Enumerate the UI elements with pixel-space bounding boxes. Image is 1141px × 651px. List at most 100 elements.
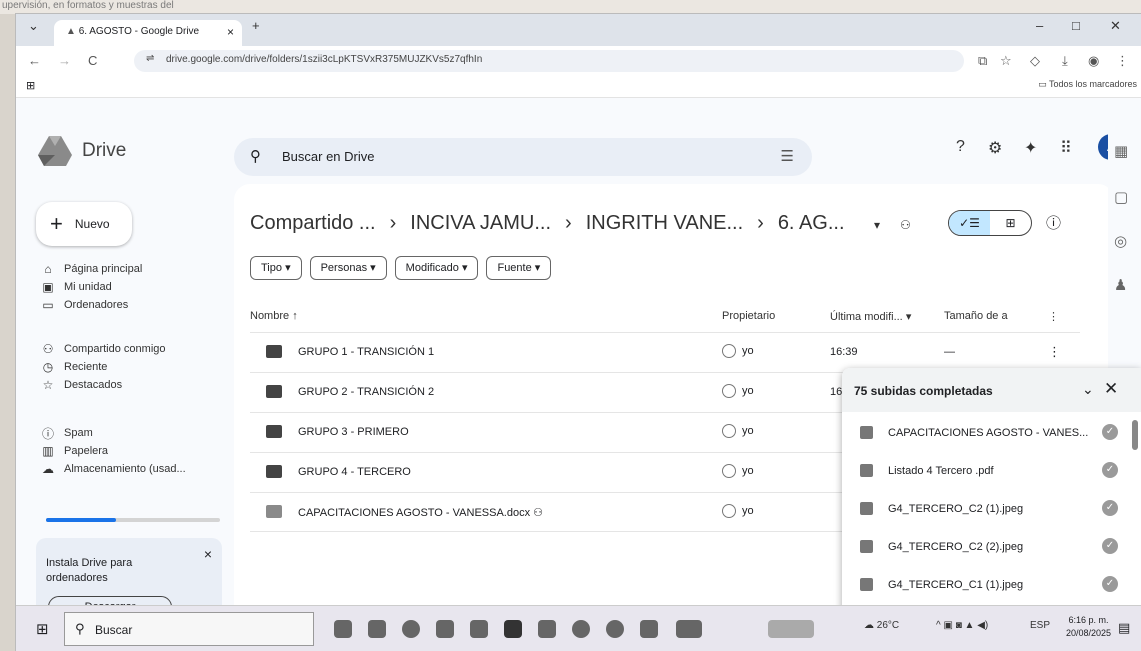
sidebar-item-starred[interactable]: ☆ Destacados [38,376,122,394]
close-promo-icon[interactable]: × [204,546,212,562]
table-row[interactable]: GRUPO 1 - TRANSICIÓN 1 yo 16:39 — ⋮ [250,332,1080,372]
app-icon[interactable] [640,620,658,638]
chrome-icon[interactable] [402,620,420,638]
column-header-modified[interactable]: Última modifi... ▾ [830,310,911,323]
windows-start-icon[interactable]: ⊞ [36,620,49,638]
column-options-icon[interactable]: ⋮ [1048,310,1059,323]
sidebar-item-home[interactable]: ⌂ Página principal [38,260,142,278]
upload-file-name: Listado 4 Tercero .pdf [888,465,994,477]
column-header-size[interactable]: Tamaño de a [944,310,1008,322]
forward-icon[interactable]: → [58,53,71,68]
help-icon[interactable]: ? [956,138,965,156]
tasks-icon[interactable]: ◎ [1114,232,1127,250]
column-header-name[interactable]: Nombre ↑ [250,310,298,322]
sidebar-item-recent[interactable]: ◷ Reciente [38,358,108,376]
owner-cell: yo [722,424,754,438]
sidebar-item-shared[interactable]: ⚇ Compartido conmigo [38,340,166,358]
folder-menu-caret-icon[interactable]: ▾ [874,218,880,232]
sidebar-item-my-drive[interactable]: ▣ Mi unidad [38,278,111,296]
app-icon[interactable] [470,620,488,638]
search-bar[interactable]: ⚲ Buscar en Drive ☰ [234,138,812,176]
weather-widget[interactable]: ☁ 26°C [864,620,899,631]
app-icon[interactable] [368,620,386,638]
taskbar-search[interactable]: ⚲ Buscar [64,612,314,646]
search-options-icon[interactable]: ☰ [781,147,794,165]
profile-icon[interactable]: ◉ [1088,53,1099,69]
new-button[interactable]: + Nuevo [36,202,132,246]
row-more-icon[interactable]: ⋮ [1048,344,1061,360]
filter-modified[interactable]: Modificado ▾ [394,256,479,280]
sidebar-item-spam[interactable]: ⓘ Spam [38,424,93,442]
grid-view-icon[interactable]: ⊞ [990,211,1031,235]
image-icon [860,502,873,515]
apps-grid-icon[interactable]: ⊞ [26,79,35,92]
close-window-icon[interactable]: ✕ [1110,18,1121,34]
bookmark-star-icon[interactable]: ☆ [1000,53,1012,69]
calendar-icon[interactable]: ▦ [1114,142,1128,160]
settings-icon[interactable]: ⚙ [988,138,1002,158]
spam-icon: ⓘ [41,426,54,441]
minimize-icon[interactable]: – [1036,18,1043,33]
details-info-icon[interactable]: ⓘ [1046,212,1061,233]
notifications-icon[interactable]: ▤ [1118,620,1130,636]
filter-people[interactable]: Personas ▾ [309,256,387,280]
list-view-icon[interactable]: ✓☰ [949,211,990,235]
app-icon[interactable] [676,620,702,638]
contacts-icon[interactable]: ♟ [1114,276,1127,294]
upload-item[interactable]: G4_TERCERO_C1 (1).jpeg ✓ [842,566,1132,604]
app-icon[interactable] [504,620,522,638]
close-tab-icon[interactable]: × [227,25,234,39]
site-info-icon[interactable]: ⇌ [146,53,154,64]
taskview-icon[interactable] [334,620,352,638]
caret-down-icon: ▾ [285,262,291,274]
cast-icon[interactable]: ⧉ [978,53,987,69]
search-icon[interactable]: ⚲ [250,147,261,165]
app-icon[interactable] [768,620,814,638]
gemini-spark-icon[interactable]: ✦ [1024,138,1037,158]
keep-icon[interactable]: ▢ [1114,188,1128,206]
reload-icon[interactable]: C [88,53,97,68]
taskbar-clock[interactable]: 6:16 p. m. 20/08/2025 [1066,614,1111,640]
extensions-icon[interactable]: ◇ [1030,53,1040,69]
sort-arrow-up-icon[interactable]: ↑ [292,310,298,322]
maximize-icon[interactable]: □ [1072,18,1080,33]
breadcrumb-item[interactable]: Compartido ... [250,212,376,235]
app-icon[interactable] [572,620,590,638]
app-icon[interactable] [538,620,556,638]
tab-list-chevron-icon[interactable]: ⌄ [28,18,39,34]
google-apps-icon[interactable]: ⠿ [1060,138,1072,158]
upload-item[interactable]: CAPACITACIONES AGOSTO - VANES... ✓ [842,414,1132,452]
sidebar-item-computers[interactable]: ▭ Ordenadores [38,296,128,314]
drive-logo[interactable]: Drive [38,136,126,166]
url-field[interactable]: ⇌ drive.google.com/drive/folders/1szii3c… [134,50,964,72]
breadcrumb-current[interactable]: 6. AG... [778,212,845,235]
sidebar-item-label: Spam [64,427,93,439]
app-icon[interactable] [606,620,624,638]
owner-cell: yo [722,464,754,478]
search-input[interactable]: Buscar en Drive [282,149,374,164]
back-icon[interactable]: ← [28,53,41,68]
language-indicator[interactable]: ESP [1030,620,1050,631]
download-icon[interactable]: ⤓ [1062,53,1068,69]
shared-folder-icon[interactable]: ⚇ [900,218,911,232]
breadcrumb-item[interactable]: INCIVA JAMU... [410,212,551,235]
upload-item[interactable]: Listado 4 Tercero .pdf ✓ [842,452,1132,490]
app-icon[interactable] [436,620,454,638]
upload-panel-scrollbar[interactable] [1132,420,1138,450]
collapse-chevron-icon[interactable]: ⌄ [1082,381,1094,398]
new-tab-icon[interactable]: + [252,18,260,33]
browser-menu-icon[interactable]: ⋮ [1116,53,1129,69]
filter-source[interactable]: Fuente ▾ [486,256,552,280]
close-panel-icon[interactable]: ✕ [1104,379,1118,399]
breadcrumb-item[interactable]: INGRITH VANE... [586,212,743,235]
view-toggle[interactable]: ✓☰ ⊞ [948,210,1032,236]
all-bookmarks[interactable]: ▭ Todos los marcadores [1038,79,1137,90]
tray-icons[interactable]: ^ ▣ ◙ ▲ ◀) [936,620,988,631]
sidebar-item-storage[interactable]: ☁ Almacenamiento (usad... [38,460,186,478]
upload-item[interactable]: G4_TERCERO_C2 (2).jpeg ✓ [842,528,1132,566]
browser-tab[interactable]: ▲ 6. AGOSTO - Google Drive × [54,20,242,46]
upload-item[interactable]: G4_TERCERO_C2 (1).jpeg ✓ [842,490,1132,528]
sidebar-item-trash[interactable]: ▥ Papelera [38,442,108,460]
filter-type[interactable]: Tipo ▾ [250,256,302,280]
check-icon: ✓ [1102,462,1118,478]
